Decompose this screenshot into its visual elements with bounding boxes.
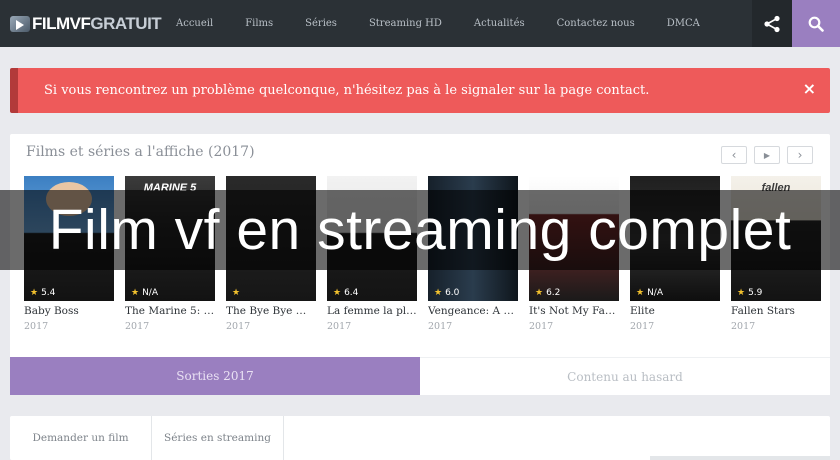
overlay-banner: Film vf en streaming complet <box>0 190 840 270</box>
star-icon: ★ <box>434 288 443 298</box>
nav-actualites[interactable]: Actualités <box>474 18 525 29</box>
chevron-right-icon: › <box>797 148 803 162</box>
movie-title[interactable]: Elite <box>630 305 720 317</box>
main-nav: Accueil Films Séries Streaming HD Actual… <box>160 0 716 47</box>
movie-title[interactable]: The Bye Bye Man <box>226 305 316 317</box>
carousel-prev-button[interactable]: ‹ <box>721 146 747 164</box>
nav-films[interactable]: Films <box>245 18 273 29</box>
logo-text: FILMVFGRATUIT <box>32 14 162 33</box>
movie-year: 2017 <box>24 321 49 332</box>
nav-dmca[interactable]: DMCA <box>667 18 700 29</box>
rating: ★ N/A <box>636 288 663 298</box>
movie-title[interactable]: The Marine 5: B… <box>125 305 215 317</box>
nav-accueil[interactable]: Accueil <box>176 18 213 29</box>
search-icon <box>808 16 824 32</box>
movie-year: 2017 <box>226 321 251 332</box>
carousel-next-button[interactable]: › <box>787 146 813 164</box>
movie-year: 2017 <box>731 321 756 332</box>
rating: ★ 6.0 <box>434 288 460 298</box>
movie-title[interactable]: La femme la plu… <box>327 305 417 317</box>
nav-streaming-hd[interactable]: Streaming HD <box>369 18 442 29</box>
movie-year: 2017 <box>327 321 352 332</box>
logo-film-icon <box>10 16 30 32</box>
nav-contact[interactable]: Contactez nous <box>557 18 635 29</box>
search-button[interactable] <box>792 0 840 47</box>
share-button[interactable] <box>752 0 792 47</box>
play-icon: ▶ <box>763 150 771 160</box>
movie-title[interactable]: Vengeance: A Lo… <box>428 305 518 317</box>
overlay-text: Film vf en streaming complet <box>48 198 792 262</box>
rating: ★ 5.4 <box>30 288 56 298</box>
tab-series-en-streaming[interactable]: Séries en streaming <box>152 416 284 460</box>
movie-year: 2017 <box>529 321 554 332</box>
site-logo[interactable]: FILMVFGRATUIT <box>10 10 162 38</box>
star-icon: ★ <box>30 288 39 298</box>
movie-title[interactable]: Baby Boss <box>24 305 114 317</box>
tab-strip-divider <box>650 456 830 460</box>
close-icon[interactable]: × <box>803 79 816 98</box>
rating: ★ 5.9 <box>737 288 763 298</box>
star-icon: ★ <box>636 288 645 298</box>
star-icon: ★ <box>737 288 746 298</box>
alert-text: Si vous rencontrez un problème quelconqu… <box>44 83 650 98</box>
movie-year: 2017 <box>125 321 150 332</box>
tab-sorties-2017[interactable]: Sorties 2017 <box>10 357 420 395</box>
star-icon: ★ <box>131 288 140 298</box>
rating: ★ 6.2 <box>535 288 561 298</box>
carousel-play-button[interactable]: ▶ <box>754 146 780 164</box>
rating: ★ 6.4 <box>333 288 359 298</box>
nav-series[interactable]: Séries <box>305 18 337 29</box>
alert-banner: Si vous rencontrez un problème quelconqu… <box>10 68 830 113</box>
star-icon: ★ <box>232 288 241 298</box>
star-icon: ★ <box>333 288 342 298</box>
rating: ★ N/A <box>131 288 158 298</box>
movie-year: 2017 <box>630 321 655 332</box>
chevron-left-icon: ‹ <box>731 148 737 162</box>
movie-title[interactable]: Fallen Stars <box>731 305 821 317</box>
top-navbar: FILMVFGRATUIT Accueil Films Séries Strea… <box>0 0 840 47</box>
star-icon: ★ <box>535 288 544 298</box>
rating: ★ <box>232 288 243 298</box>
share-icon <box>764 15 780 32</box>
tab-contenu-au-hasard[interactable]: Contenu au hasard <box>420 357 830 395</box>
movie-year: 2017 <box>428 321 453 332</box>
tab-demander-un-film[interactable]: Demander un film <box>10 416 152 460</box>
movie-title[interactable]: It's Not My Fau… <box>529 305 619 317</box>
bottom-tabs-panel: Demander un film Séries en streaming <box>10 416 830 460</box>
section-title: Films et séries a l'affiche (2017) <box>26 144 255 160</box>
